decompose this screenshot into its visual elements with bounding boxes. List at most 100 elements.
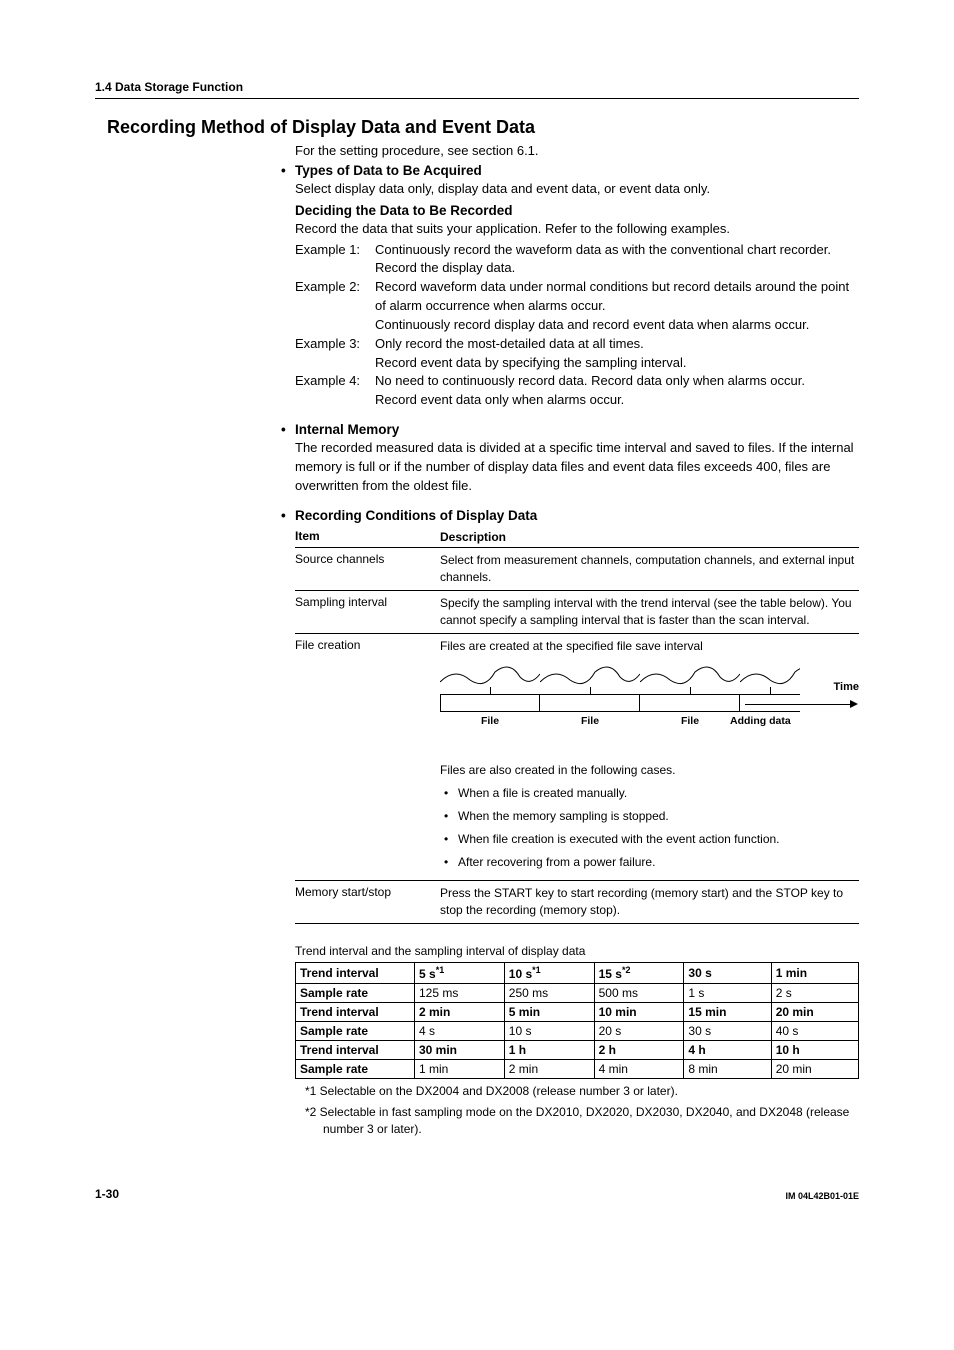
- table-row: Sample rate125 ms250 ms500 ms1 s2 s: [296, 984, 859, 1003]
- table-cell: 125 ms: [415, 984, 505, 1003]
- table-cell: 1 h: [504, 1041, 594, 1060]
- types-text: Select display data only, display data a…: [295, 180, 859, 199]
- table-row: Trend interval2 min5 min10 min15 min20 m…: [296, 1003, 859, 1022]
- table-row: Sample rate4 s10 s20 s30 s40 s: [296, 1022, 859, 1041]
- condition-row: Source channelsSelect from measurement c…: [295, 548, 859, 591]
- table-cell: 10 min: [594, 1003, 684, 1022]
- file-label: File: [540, 714, 640, 729]
- table-cell: 40 s: [771, 1022, 858, 1041]
- example-body: No need to continuously record data. Rec…: [375, 372, 859, 410]
- row-label: Sample rate: [296, 1022, 415, 1041]
- footnote: *2 Selectable in fast sampling mode on t…: [305, 1104, 859, 1138]
- example-label: Example 3:: [295, 335, 375, 373]
- condition-item: Source channels: [295, 552, 440, 586]
- table-cell: 20 s: [594, 1022, 684, 1041]
- intro-text: For the setting procedure, see section 6…: [295, 142, 859, 161]
- table-cell: 500 ms: [594, 984, 684, 1003]
- table-cell: 30 min: [415, 1041, 505, 1060]
- table-cell: 2 min: [415, 1003, 505, 1022]
- th-desc: Description: [440, 529, 859, 546]
- example-body: Record waveform data under normal condit…: [375, 278, 859, 335]
- condition-desc: Files are created at the specified file …: [440, 638, 859, 877]
- file-label: File: [440, 714, 540, 729]
- table-cell: 4 min: [594, 1060, 684, 1079]
- page-number: 1-30: [95, 1187, 119, 1201]
- trend-caption: Trend interval and the sampling interval…: [295, 944, 859, 958]
- table-row: Trend interval5 s*110 s*115 s*230 s1 min: [296, 963, 859, 984]
- example-label: Example 4:: [295, 372, 375, 410]
- table-cell: 5 s*1: [415, 963, 505, 984]
- doc-id: IM 04L42B01-01E: [785, 1191, 859, 1201]
- table-cell: 30 s: [684, 1022, 771, 1041]
- example-row: Example 3:Only record the most-detailed …: [295, 335, 859, 373]
- table-cell: 5 min: [504, 1003, 594, 1022]
- page: 1.4 Data Storage Function Recording Meth…: [0, 0, 954, 1241]
- row-label: Sample rate: [296, 984, 415, 1003]
- condition-item: Sampling interval: [295, 595, 440, 629]
- example-row: Example 2:Record waveform data under nor…: [295, 278, 859, 335]
- condition-row: Memory start/stopPress the START key to …: [295, 881, 859, 924]
- row-label: Trend interval: [296, 1003, 415, 1022]
- condition-item: File creation: [295, 638, 440, 877]
- list-item: When the memory sampling is stopped.: [458, 808, 859, 825]
- table-cell: 30 s: [684, 963, 771, 984]
- conditions-table: Item Description Source channelsSelect f…: [295, 527, 859, 924]
- table-cell: 250 ms: [504, 984, 594, 1003]
- list-item: When a file is created manually.: [458, 785, 859, 802]
- list-item: After recovering from a power failure.: [458, 854, 859, 871]
- example-row: Example 1:Continuously record the wavefo…: [295, 241, 859, 279]
- row-label: Sample rate: [296, 1060, 415, 1079]
- deciding-text: Record the data that suits your applicat…: [295, 220, 859, 239]
- footnotes: *1 Selectable on the DX2004 and DX2008 (…: [295, 1083, 859, 1137]
- recording-conditions-heading-text: Recording Conditions of Display Data: [295, 508, 537, 523]
- example-label: Example 2:: [295, 278, 375, 335]
- example-row: Example 4:No need to continuously record…: [295, 372, 859, 410]
- example-label: Example 1:: [295, 241, 375, 279]
- trend-interval-table: Trend interval5 s*110 s*115 s*230 s1 min…: [295, 962, 859, 1079]
- condition-row: Sampling intervalSpecify the sampling in…: [295, 591, 859, 634]
- list-item: When file creation is executed with the …: [458, 831, 859, 848]
- recording-conditions-heading: •Recording Conditions of Display Data: [281, 508, 859, 523]
- internal-memory-heading-text: Internal Memory: [295, 422, 399, 437]
- table-cell: 20 min: [771, 1003, 858, 1022]
- table-cell: 8 min: [684, 1060, 771, 1079]
- table-cell: 2 h: [594, 1041, 684, 1060]
- table-cell: 4 s: [415, 1022, 505, 1041]
- table-row: Sample rate1 min2 min4 min8 min20 min: [296, 1060, 859, 1079]
- table-cell: 15 s*2: [594, 963, 684, 984]
- file-creation-cases: When a file is created manually. When the…: [440, 785, 859, 870]
- table-cell: 1 min: [771, 963, 858, 984]
- types-heading: •Types of Data to Be Acquired: [281, 163, 859, 178]
- running-header: 1.4 Data Storage Function: [95, 80, 859, 99]
- table-cell: 4 h: [684, 1041, 771, 1060]
- page-footer: 1-30 IM 04L42B01-01E: [95, 1187, 859, 1201]
- file-label: File: [640, 714, 740, 729]
- table-cell: 10 s: [504, 1022, 594, 1041]
- table-cell: 2 min: [504, 1060, 594, 1079]
- table-cell: 2 s: [771, 984, 858, 1003]
- condition-desc: Specify the sampling interval with the t…: [440, 595, 859, 629]
- condition-row: File creationFiles are created at the sp…: [295, 634, 859, 882]
- example-body: Only record the most-detailed data at al…: [375, 335, 859, 373]
- table-cell: 20 min: [771, 1060, 858, 1079]
- row-label: Trend interval: [296, 963, 415, 984]
- row-label: Trend interval: [296, 1041, 415, 1060]
- table-cell: 1 min: [415, 1060, 505, 1079]
- condition-item: Memory start/stop: [295, 885, 440, 919]
- condition-desc: Press the START key to start recording (…: [440, 885, 859, 919]
- table-row: Trend interval30 min1 h2 h4 h10 h: [296, 1041, 859, 1060]
- time-label: Time: [834, 680, 859, 695]
- adding-data-label: Adding data: [730, 714, 791, 729]
- file-creation-diagram: TimeFileFileFileAdding data: [440, 662, 859, 752]
- th-item: Item: [295, 529, 440, 546]
- example-body: Continuously record the waveform data as…: [375, 241, 859, 279]
- table-cell: 10 h: [771, 1041, 858, 1060]
- page-title: Recording Method of Display Data and Eve…: [107, 117, 859, 138]
- condition-desc: Select from measurement channels, comput…: [440, 552, 859, 586]
- table-cell: 1 s: [684, 984, 771, 1003]
- examples-list: Example 1:Continuously record the wavefo…: [295, 241, 859, 411]
- footnote: *1 Selectable on the DX2004 and DX2008 (…: [305, 1083, 859, 1100]
- table-cell: 10 s*1: [504, 963, 594, 984]
- content-body: For the setting procedure, see section 6…: [295, 142, 859, 1137]
- types-heading-text: Types of Data to Be Acquired: [295, 163, 482, 178]
